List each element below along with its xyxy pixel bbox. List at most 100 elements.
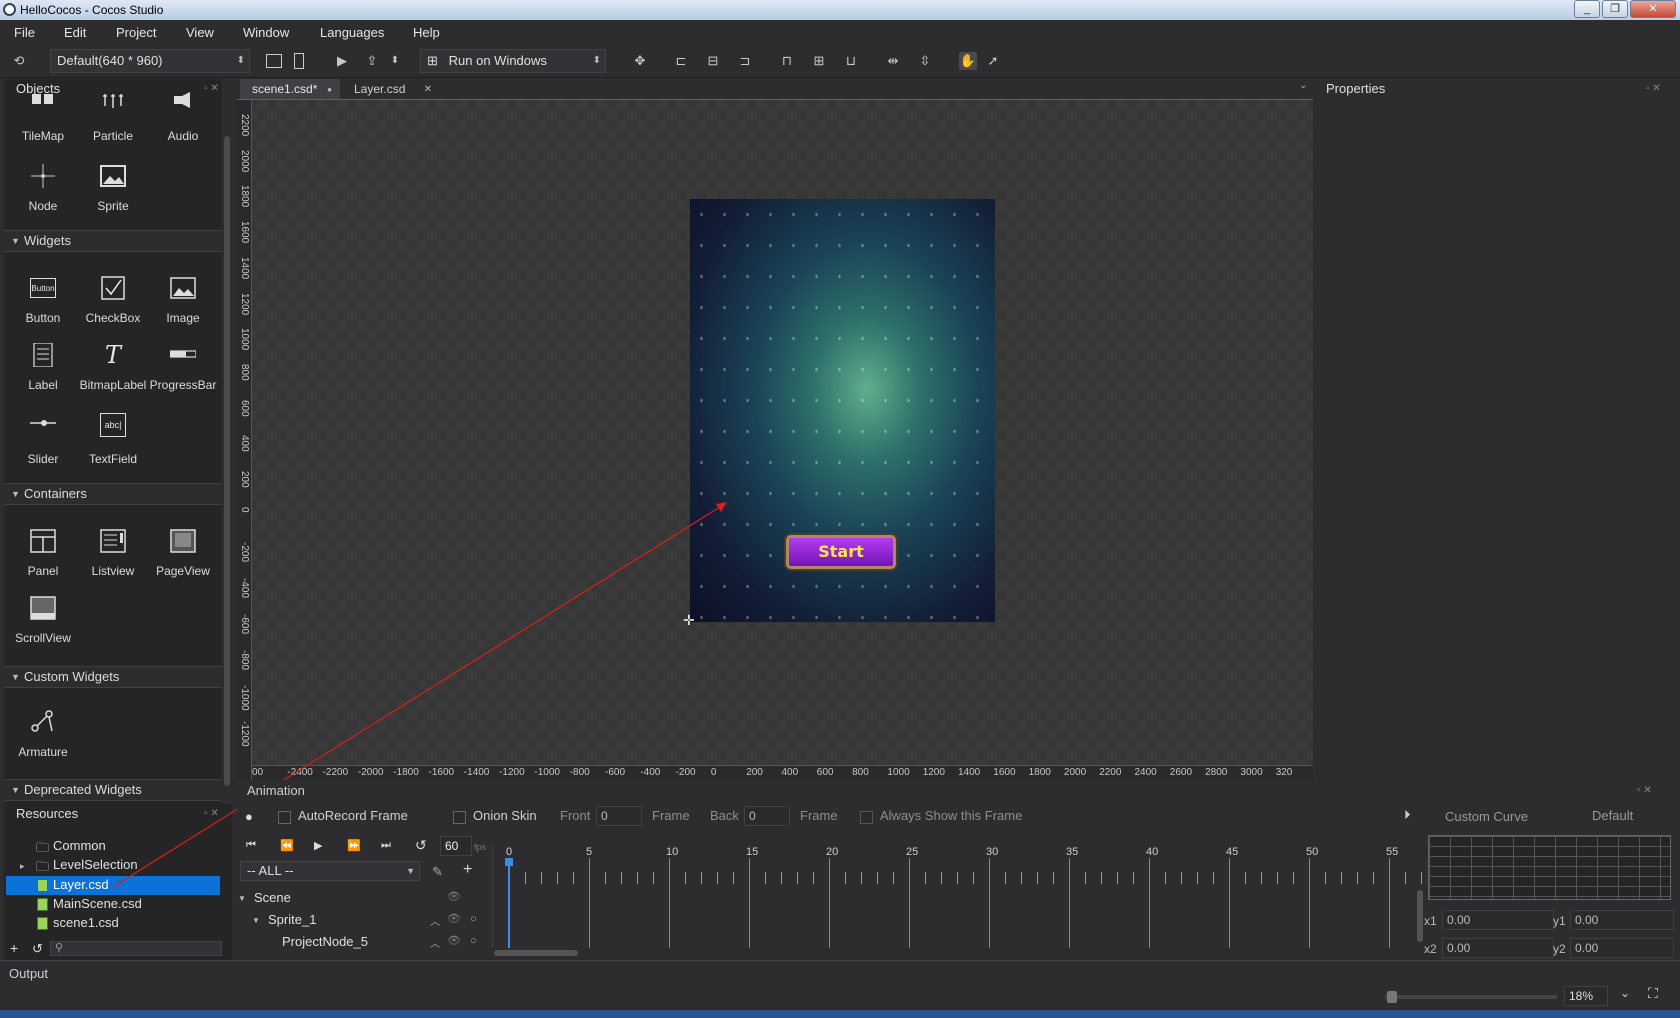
resolution-select[interactable]: Default(640 * 960) ⬍ (50, 49, 250, 73)
refresh-resource-icon[interactable]: ↺ (32, 941, 43, 957)
center-icon[interactable]: ✥ (631, 52, 649, 70)
align-top-icon[interactable]: ⊓ (778, 52, 796, 70)
prev-frame-icon[interactable]: ⏪ (280, 839, 294, 852)
object-audio[interactable]: Audio (148, 92, 218, 152)
widget-slider[interactable]: Slider (8, 407, 78, 467)
edit-pencil-icon[interactable]: ✎ (432, 864, 443, 880)
playhead[interactable] (508, 858, 510, 948)
widget-bitmaplabel[interactable]: T BitmapLabel (78, 337, 148, 397)
curve-graph[interactable] (1428, 835, 1671, 900)
container-scrollview[interactable]: ScrollView (8, 590, 78, 650)
menu-window[interactable]: Window (243, 25, 289, 40)
section-widgets[interactable]: ▼ Widgets (4, 230, 222, 252)
next-frame-icon[interactable]: ⏩ (347, 839, 361, 852)
scene-visible-icon[interactable]: 👁 (447, 890, 461, 903)
x1-input[interactable]: 0.00 (1442, 910, 1554, 930)
tab-modified-dot-icon[interactable]: ● (327, 79, 332, 100)
widget-progressbar[interactable]: ProgressBar (148, 337, 218, 397)
y1-input[interactable]: 0.00 (1570, 910, 1674, 930)
custom-armature[interactable]: Armature (8, 704, 78, 764)
object-node[interactable]: Node (8, 158, 78, 218)
sprite-expander-icon[interactable]: ▼ (252, 916, 260, 925)
objects-scrollbar[interactable] (222, 92, 232, 804)
select-tool-icon[interactable]: ➚ (984, 52, 1002, 70)
timeline-vscroll[interactable] (1416, 890, 1424, 950)
start-button[interactable]: Start (786, 535, 896, 569)
object-tilemap[interactable]: TileMap (8, 92, 78, 152)
align-middle-icon[interactable]: ⊞ (810, 52, 828, 70)
widget-image[interactable]: Image (148, 270, 218, 330)
anim-tree-scene[interactable]: Scene (254, 890, 291, 905)
align-right-icon[interactable]: ⊐ (736, 52, 754, 70)
front-input[interactable]: 0 (596, 806, 642, 826)
objects-scrollbar-thumb[interactable] (224, 136, 230, 786)
sprite-lock-icon[interactable]: ︿ (430, 913, 440, 928)
tab-layer[interactable]: Layer.csd ✕ (342, 79, 442, 100)
restore-button[interactable]: ❐ (1602, 0, 1628, 18)
scene-background-sprite[interactable]: Start (690, 199, 995, 622)
section-containers[interactable]: ▼ Containers (4, 483, 222, 505)
curve-toggle-icon[interactable]: ⏵ (1404, 807, 1411, 823)
publish-icon[interactable]: ⇪ (363, 52, 381, 70)
container-listview[interactable]: Listview (78, 523, 148, 583)
zoom-value[interactable]: 18% (1564, 986, 1608, 1006)
menu-view[interactable]: View (186, 25, 214, 40)
resources-panel-close-icon[interactable]: ▫ ✕ (204, 808, 219, 819)
always-show-checkbox[interactable] (860, 811, 873, 824)
x2-input[interactable]: 0.00 (1442, 938, 1554, 958)
rotate-device-icon[interactable]: ⟲ (10, 52, 28, 70)
animation-filter-select[interactable]: -- ALL -- ▼ (240, 861, 420, 881)
tab-overflow-icon[interactable]: ⌄ (1299, 80, 1307, 91)
object-particle[interactable]: Particle (78, 92, 148, 152)
widget-label[interactable]: Label (8, 337, 78, 397)
fps-input[interactable]: 60 (440, 836, 472, 856)
anim-tree-projectnode5[interactable]: ProjectNode_5 (282, 934, 368, 949)
play-icon[interactable]: ▶ (333, 52, 351, 70)
minimize-button[interactable]: _ (1574, 0, 1600, 18)
onion-skin-checkbox[interactable] (453, 811, 466, 824)
widget-button[interactable]: Button Button (8, 270, 78, 330)
resource-folder-levelselection[interactable]: ▸ 🗀 LevelSelection (20, 857, 138, 874)
menu-help[interactable]: Help (413, 25, 440, 40)
widget-checkbox[interactable]: CheckBox (78, 270, 148, 330)
projectnode-visible-icon[interactable]: 👁 (447, 934, 461, 947)
close-window-button[interactable]: ✕ (1630, 0, 1676, 18)
container-pageview[interactable]: PageView (148, 523, 218, 583)
autorecord-checkbox[interactable] (278, 811, 291, 824)
menu-languages[interactable]: Languages (320, 25, 384, 40)
back-input[interactable]: 0 (744, 806, 790, 826)
portrait-icon[interactable] (294, 53, 304, 69)
align-bottom-icon[interactable]: ⊔ (842, 52, 860, 70)
distribute-h-icon[interactable]: ⇹ (884, 52, 902, 70)
container-panel[interactable]: Panel (8, 523, 78, 583)
animation-panel-close-icon[interactable]: ▫ ✕ (1637, 785, 1652, 796)
distribute-v-icon[interactable]: ⇳ (916, 52, 934, 70)
landscape-icon[interactable] (266, 54, 282, 68)
menu-project[interactable]: Project (116, 25, 156, 40)
anchor-point-icon[interactable]: ✛ (683, 612, 695, 629)
resource-search-input[interactable]: ⚲ (50, 941, 222, 956)
playhead-handle[interactable] (505, 858, 513, 866)
projectnode-lock-icon[interactable]: ︿ (430, 935, 440, 950)
align-center-h-icon[interactable]: ⊟ (704, 52, 722, 70)
scene-expander-icon[interactable]: ▼ (238, 894, 246, 903)
zoom-slider-handle[interactable] (1387, 991, 1397, 1003)
hand-tool-icon[interactable]: ✋ (959, 52, 977, 70)
properties-panel-close-icon[interactable]: ▫ ✕ (1646, 83, 1661, 94)
record-icon[interactable]: ● (245, 809, 253, 824)
add-animation-icon[interactable]: + (463, 861, 472, 879)
section-custom-widgets[interactable]: ▼ Custom Widgets (4, 666, 222, 688)
zoom-slider[interactable] (1385, 991, 1557, 1003)
first-frame-icon[interactable]: ⏮ (246, 839, 256, 852)
tab-scene1[interactable]: scene1.csd* ● (240, 79, 340, 100)
publish-options-icon[interactable]: ⬍ (386, 52, 404, 70)
tab-close-icon[interactable]: ✕ (424, 79, 432, 100)
last-frame-icon[interactable]: ⏭ (381, 839, 391, 852)
zoom-dropdown-icon[interactable]: ⌄ (1620, 986, 1630, 1000)
section-deprecated-widgets[interactable]: ▼ Deprecated Widgets (4, 779, 222, 801)
menu-file[interactable]: File (14, 25, 35, 40)
y2-input[interactable]: 0.00 (1570, 938, 1674, 958)
run-target-select[interactable]: ⊞ Run on Windows ⬍ (420, 49, 606, 73)
add-resource-icon[interactable]: + (10, 940, 18, 956)
object-sprite[interactable]: Sprite (78, 158, 148, 218)
